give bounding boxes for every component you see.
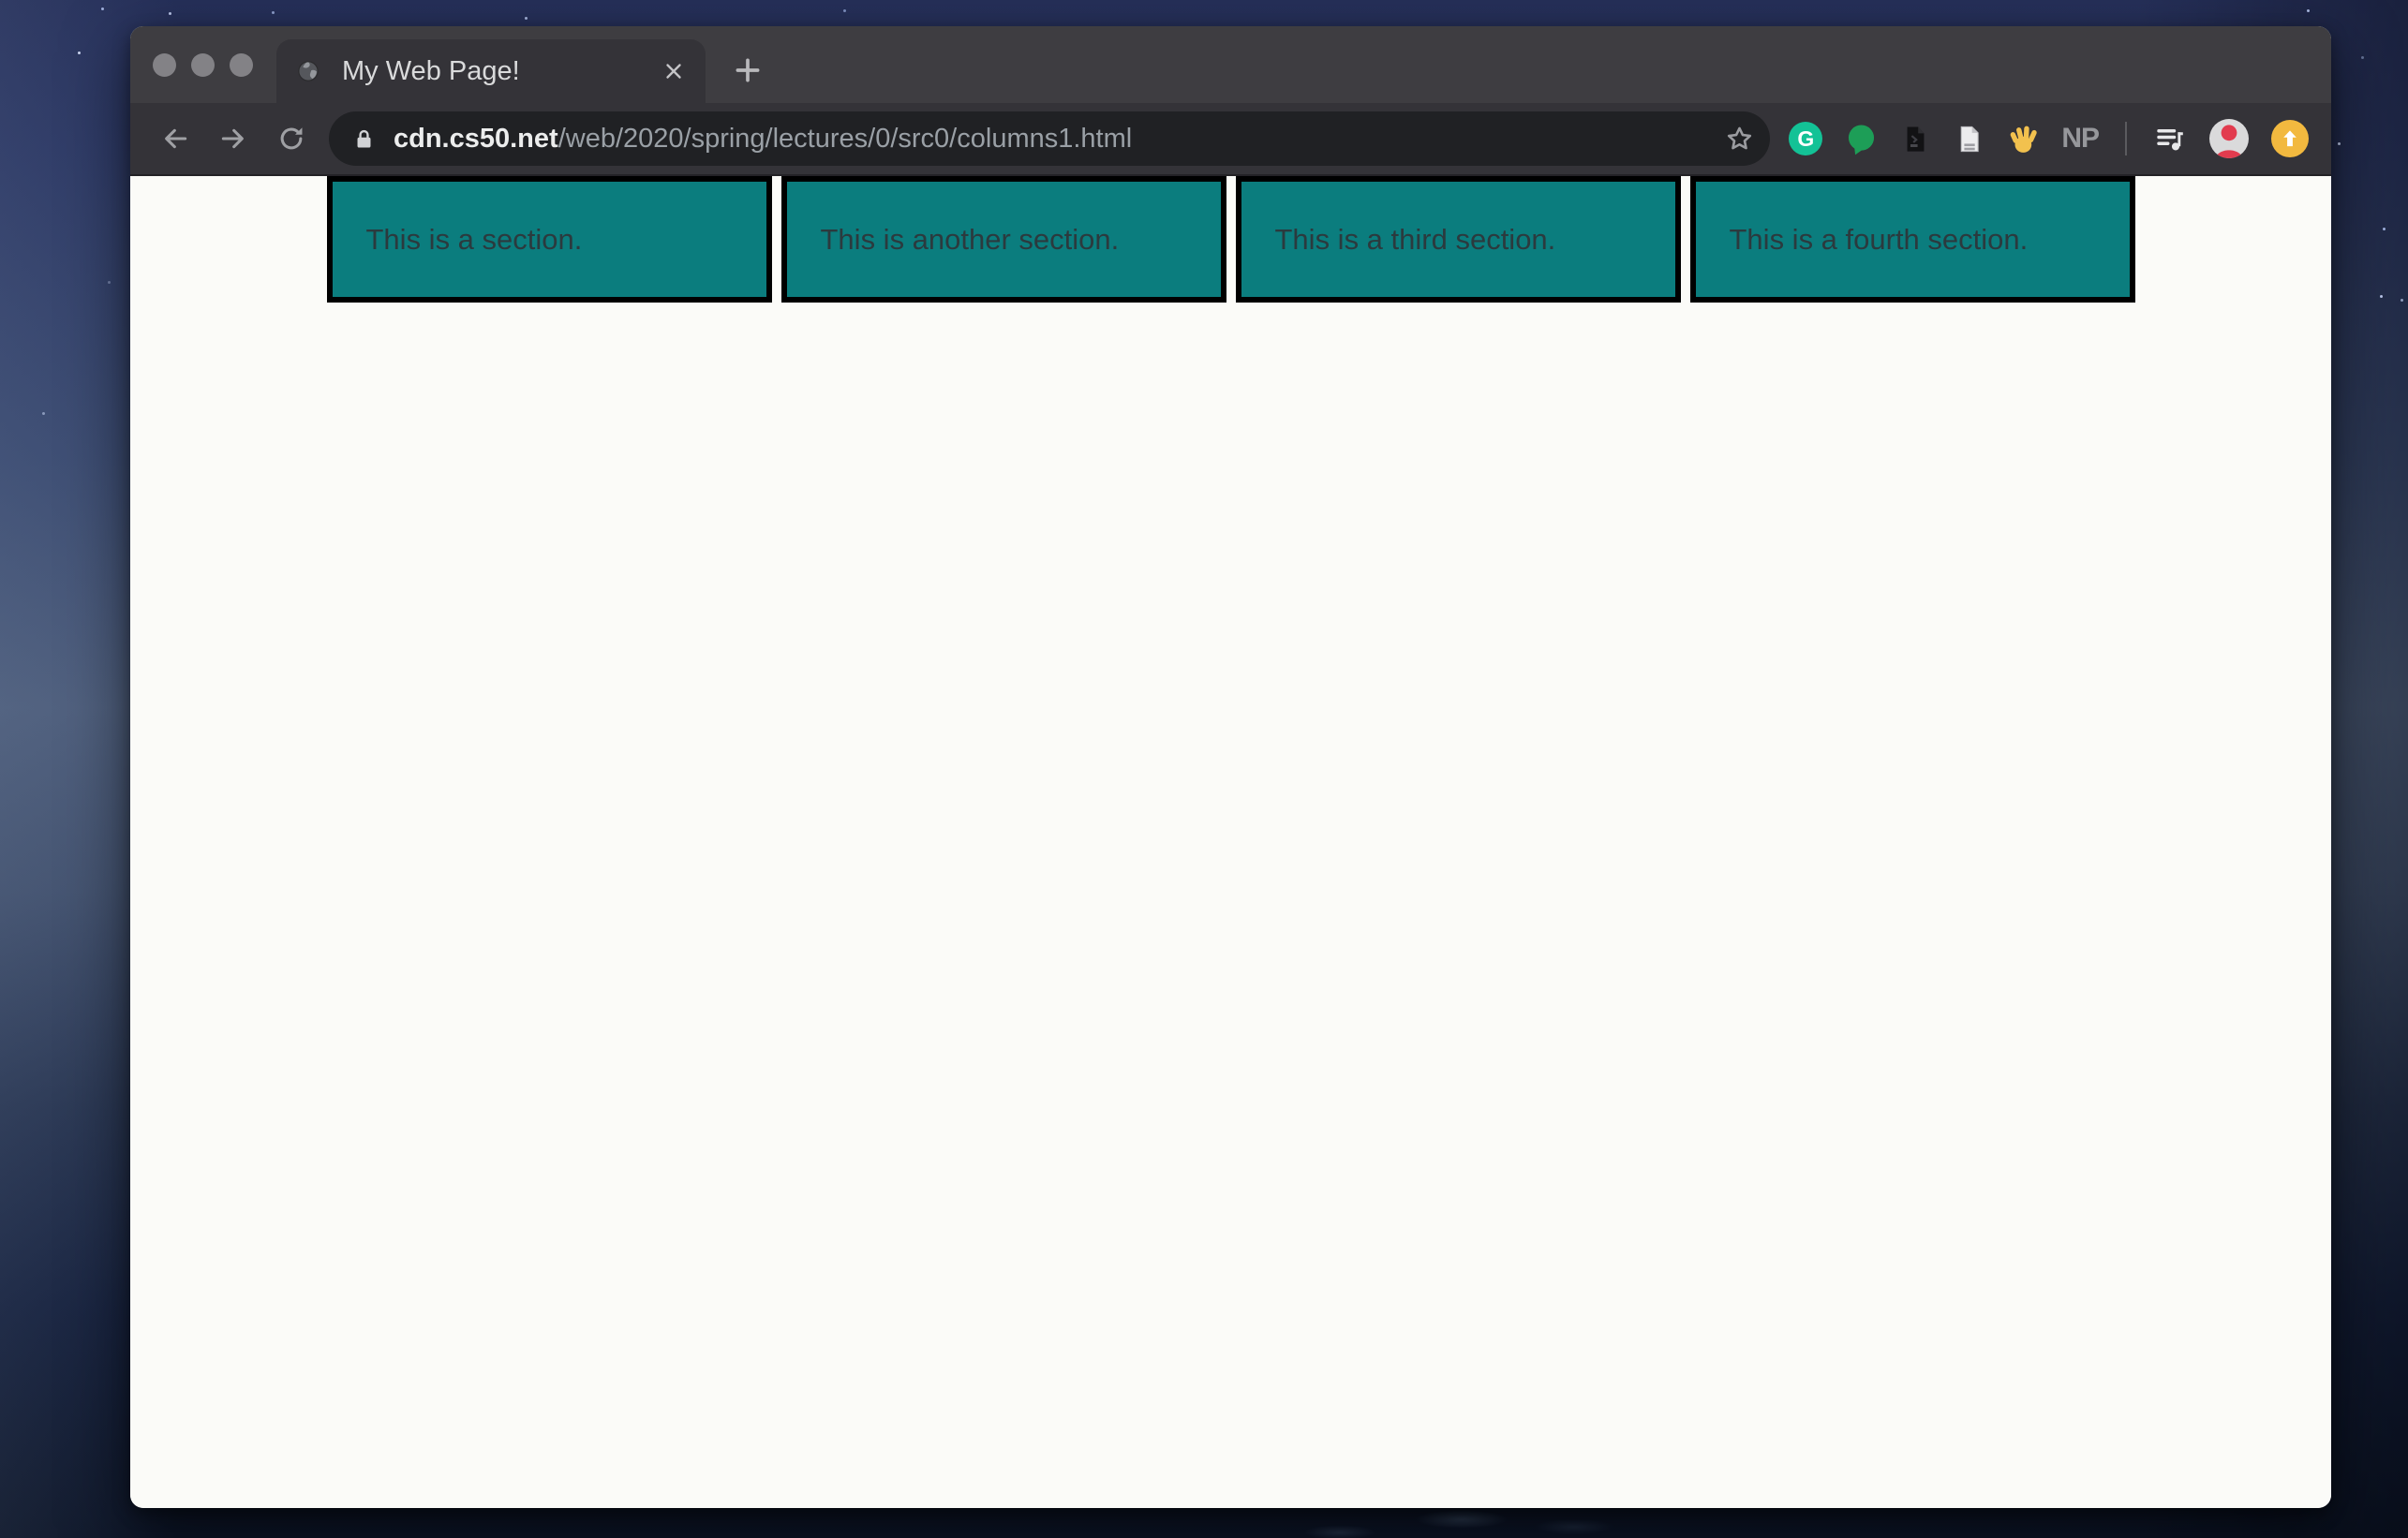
person-silhouette-icon	[2209, 119, 2249, 158]
section-box-2: This is another section.	[781, 176, 1226, 303]
globe-favicon-icon	[295, 58, 321, 84]
new-tab-button[interactable]	[726, 49, 769, 92]
section-box-1: This is a section.	[327, 176, 772, 303]
zoom-window-button[interactable]	[230, 53, 253, 77]
profile-avatar[interactable]	[2209, 119, 2249, 158]
section-text: This is a third section.	[1275, 223, 1556, 257]
reload-button[interactable]	[269, 116, 314, 161]
section-text: This is a section.	[366, 223, 583, 257]
dark-document-extension-button[interactable]	[1900, 124, 1931, 155]
green-balloon-extension-button[interactable]	[1845, 123, 1878, 155]
plus-icon	[732, 54, 764, 86]
browser-window: My Web Page!	[130, 26, 2331, 1508]
forward-arrow-icon	[218, 124, 248, 154]
media-playlist-button[interactable]	[2153, 122, 2187, 155]
tab-my-web-page[interactable]: My Web Page!	[276, 39, 706, 103]
url-path: /web/2020/spring/lectures/0/src0/columns…	[558, 124, 1133, 154]
address-bar[interactable]: cdn.cs50.net/web/2020/spring/lectures/0/…	[329, 111, 1770, 166]
toolbar: cdn.cs50.net/web/2020/spring/lectures/0/…	[130, 103, 2331, 176]
playlist-music-icon	[2153, 122, 2187, 155]
forward-button[interactable]	[211, 116, 256, 161]
section-text: This is a fourth section.	[1730, 223, 2029, 257]
waving-hand-icon	[2007, 123, 2039, 155]
columns-row: This is a section. This is another secti…	[327, 176, 2135, 303]
back-button[interactable]	[153, 116, 198, 161]
waving-hand-extension-button[interactable]	[2007, 123, 2039, 155]
section-box-4: This is a fourth section.	[1690, 176, 2135, 303]
lock-icon[interactable]	[351, 126, 377, 152]
minimize-window-button[interactable]	[191, 53, 215, 77]
url-host: cdn.cs50.net	[394, 124, 558, 154]
close-window-button[interactable]	[153, 53, 176, 77]
desktop-wallpaper: My Web Page!	[0, 0, 2408, 1538]
up-arrow-icon	[2278, 126, 2302, 151]
tab-close-icon[interactable]	[659, 56, 689, 86]
tab-strip: My Web Page!	[130, 26, 2331, 103]
browser-update-button[interactable]	[2271, 120, 2309, 157]
back-arrow-icon	[160, 124, 190, 154]
section-text: This is another section.	[821, 223, 1120, 257]
extension-area: G	[1789, 119, 2309, 158]
dark-document-icon	[1900, 124, 1931, 155]
green-balloon-icon	[1845, 123, 1878, 155]
white-document-extension-button[interactable]	[1954, 124, 1984, 155]
toolbar-separator	[2125, 122, 2127, 155]
reload-icon	[276, 124, 306, 154]
white-document-icon	[1954, 124, 1984, 155]
grammarly-icon: G	[1789, 122, 1822, 155]
np-extension-button[interactable]: NP	[2061, 123, 2099, 155]
window-controls	[153, 26, 253, 103]
url-text: cdn.cs50.net/web/2020/spring/lectures/0/…	[394, 124, 1132, 155]
section-box-3: This is a third section.	[1236, 176, 1681, 303]
wallpaper-stars	[0, 0, 3, 3]
bookmark-star-button[interactable]	[1724, 124, 1755, 155]
grammarly-extension-button[interactable]: G	[1789, 122, 1822, 155]
page-content: This is a section. This is another secti…	[130, 176, 2331, 1508]
tab-title: My Web Page!	[342, 56, 520, 87]
star-icon	[1724, 124, 1755, 155]
